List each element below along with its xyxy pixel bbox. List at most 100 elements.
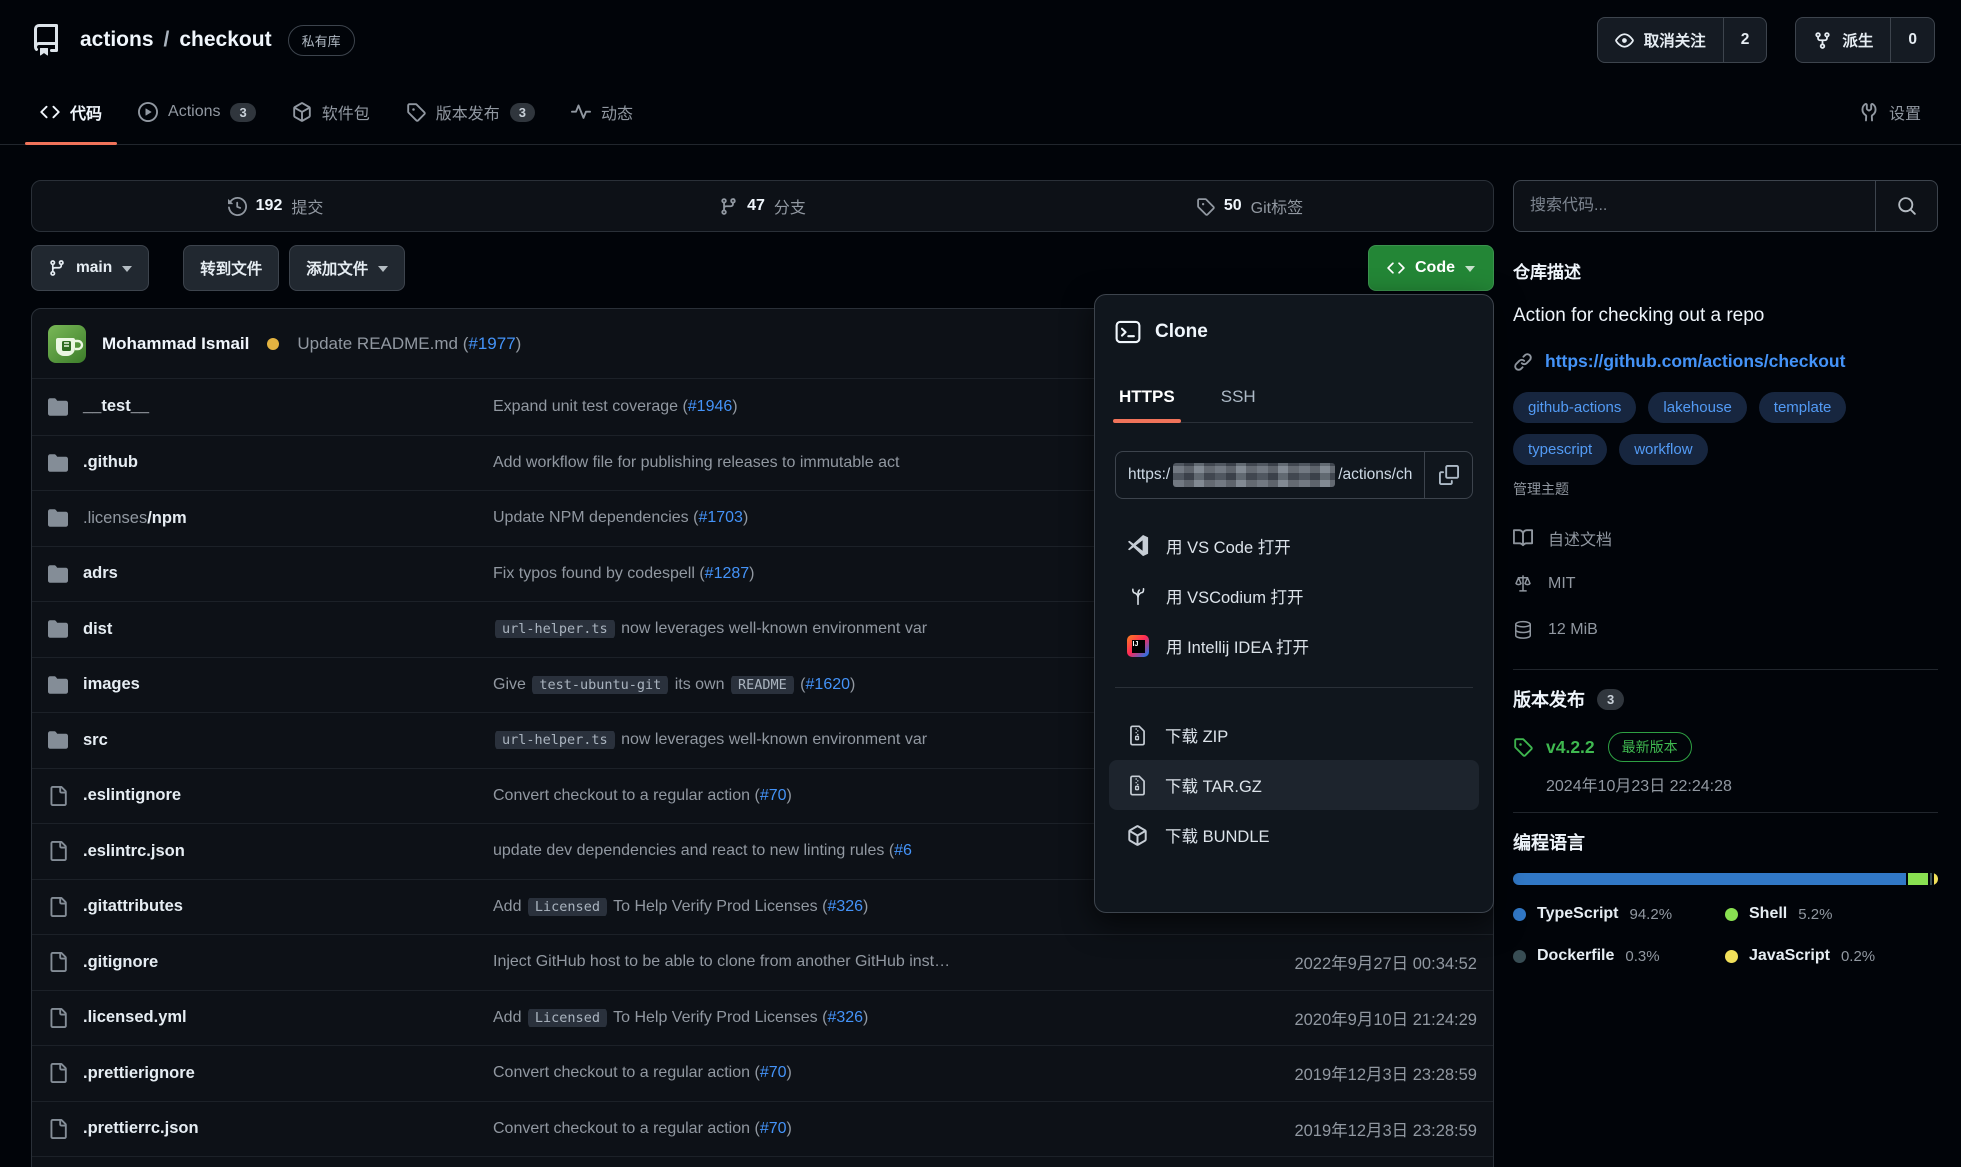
fork-button[interactable]: 派生 0 [1795,17,1935,63]
size-item[interactable]: 12 MiB [1513,607,1938,653]
stat-branches[interactable]: 47 分支 [519,181,1006,231]
file-name: .prettierrc.json [83,1119,199,1137]
clone-url-input[interactable]: https://actions/ch [1116,452,1424,498]
open-intellij-item[interactable]: IJ 用 Intellij IDEA 打开 [1115,621,1473,671]
file-name-link[interactable]: .gitignore [83,953,158,972]
stat-tags[interactable]: 50 Git标签 [1006,181,1493,231]
file-name-link[interactable]: .eslintrc.json [83,842,185,861]
commit-message-cell[interactable]: Give test-ubuntu-git its own README (#16… [493,676,1177,694]
file-name-link[interactable]: adrs [83,564,118,583]
commit-status-dot[interactable] [267,338,279,350]
commit-message-cell[interactable]: Expand unit test coverage (#1946) [493,398,1177,416]
release-version-link[interactable]: v4.2.2 [1546,737,1595,758]
table-row[interactable] [32,1156,1493,1167]
commit-message-cell[interactable]: url-helper.ts now leverages well-known e… [493,620,1177,638]
download-targz-item[interactable]: 下载 TAR.GZ [1109,760,1479,810]
manage-topics-link[interactable]: 管理主题 [1513,479,1569,499]
file-name-link[interactable]: .licenses/npm [83,509,187,528]
tab-settings[interactable]: 设置 [1844,80,1936,144]
topic-tag[interactable]: workflow [1619,434,1707,465]
topic-tag[interactable]: github-actions [1513,392,1636,423]
table-row[interactable]: .gitignore Inject GitHub host to be able… [32,934,1493,990]
open-vscode-item[interactable]: 用 VS Code 打开 [1115,521,1473,571]
readme-item[interactable]: 自述文档 [1513,515,1938,561]
commit-message-cell[interactable]: Add Licensed To Help Verify Prod License… [493,898,1177,916]
cube-icon [1127,825,1148,846]
pr-link[interactable]: #6 [894,842,912,859]
commit-message-cell[interactable]: update dev dependencies and react to new… [493,842,1177,860]
breadcrumb-owner[interactable]: actions [80,28,154,52]
branch-selector[interactable]: main [31,245,149,291]
stat-commits[interactable]: 192 提交 [32,181,519,231]
pr-link[interactable]: #1703 [698,509,743,526]
pr-link[interactable]: #1287 [705,565,750,582]
forks-count[interactable]: 0 [1890,18,1934,62]
file-name-link[interactable]: .github [83,453,138,472]
language-segment[interactable] [1513,873,1908,885]
open-vscodium-item[interactable]: 用 VSCodium 打开 [1115,571,1473,621]
pr-link[interactable]: #70 [760,787,787,804]
file-name-link[interactable]: __test__ [83,397,149,416]
commit-message-cell[interactable]: Add workflow file for publishing release… [493,454,1177,472]
tab-code[interactable]: 代码 [25,80,117,144]
language-entry[interactable]: JavaScript 0.2% [1725,947,1938,965]
topic-tag[interactable]: template [1759,392,1847,423]
avatar[interactable] [48,325,86,363]
tab-activity[interactable]: 动态 [556,80,648,144]
copy-url-button[interactable] [1424,452,1472,498]
pr-link[interactable]: #326 [827,898,863,915]
language-entry[interactable]: Dockerfile 0.3% [1513,947,1725,965]
commit-message-cell[interactable]: Inject GitHub host to be able to clone f… [493,953,1177,971]
tab-ssh[interactable]: SSH [1221,387,1256,422]
commit-message-cell[interactable]: Convert checkout to a regular action (#7… [493,1120,1177,1138]
topic-tag[interactable]: lakehouse [1648,392,1746,423]
commit-message-cell[interactable]: Update NPM dependencies (#1703) [493,509,1177,527]
code-button[interactable]: Code [1368,245,1494,291]
package-icon [292,102,312,122]
language-segment[interactable] [1908,873,1930,885]
topic-tag[interactable]: typescript [1513,434,1607,465]
search-button[interactable] [1875,181,1937,231]
file-name-link[interactable]: src [83,731,108,750]
table-row[interactable]: .prettierignore Convert checkout to a re… [32,1045,1493,1101]
commit-message-cell[interactable]: Convert checkout to a regular action (#7… [493,787,1177,805]
download-bundle-item[interactable]: 下载 BUNDLE [1115,810,1473,860]
tab-actions[interactable]: Actions 3 [123,80,271,144]
commit-author[interactable]: Mohammad Ismail [102,334,249,354]
tab-releases[interactable]: 版本发布 3 [391,80,550,144]
download-zip-item[interactable]: 下载 ZIP [1115,710,1473,760]
file-name-link[interactable]: .licensed.yml [83,1008,187,1027]
goto-file-button[interactable]: 转到文件 [183,245,279,291]
file-name-link[interactable]: .prettierignore [83,1064,195,1083]
unwatch-button[interactable]: 取消关注 2 [1597,17,1768,63]
license-item[interactable]: MIT [1513,561,1938,607]
commit-message-cell[interactable]: Convert checkout to a regular action (#7… [493,1064,1177,1082]
file-name-link[interactable]: .gitattributes [83,897,183,916]
table-row[interactable]: .licensed.yml Add Licensed To Help Verif… [32,990,1493,1046]
file-name-link[interactable]: images [83,675,140,694]
add-file-button[interactable]: 添加文件 [289,245,405,291]
commit-message-cell[interactable]: Fix typos found by codespell (#1287) [493,565,1177,583]
file-name-link[interactable]: dist [83,620,112,639]
releases-heading-label[interactable]: 版本发布 [1513,686,1585,712]
language-entry[interactable]: TypeScript 94.2% [1513,905,1725,923]
commit-message-cell[interactable]: url-helper.ts now leverages well-known e… [493,731,1177,749]
language-entry[interactable]: Shell 5.2% [1725,905,1938,923]
website-link[interactable]: https://github.com/actions/checkout [1545,351,1845,372]
breadcrumb-repo[interactable]: checkout [179,28,271,52]
pr-link[interactable]: #1977 [468,334,515,353]
file-name-link[interactable]: .eslintignore [83,786,181,805]
pr-link[interactable]: #1620 [806,676,851,693]
commit-message-cell[interactable]: Add Licensed To Help Verify Prod License… [493,1009,1177,1027]
tab-https[interactable]: HTTPS [1119,387,1175,422]
tab-packages[interactable]: 软件包 [277,80,385,144]
pr-link[interactable]: #70 [760,1120,787,1137]
file-name-link[interactable]: .prettierrc.json [83,1119,199,1138]
watchers-count[interactable]: 2 [1723,18,1767,62]
language-segment[interactable] [1934,873,1938,885]
pr-link[interactable]: #1946 [688,398,733,415]
pr-link[interactable]: #326 [827,1009,863,1026]
pr-link[interactable]: #70 [760,1064,787,1081]
table-row[interactable]: .prettierrc.json Convert checkout to a r… [32,1101,1493,1157]
search-input[interactable] [1514,181,1875,231]
